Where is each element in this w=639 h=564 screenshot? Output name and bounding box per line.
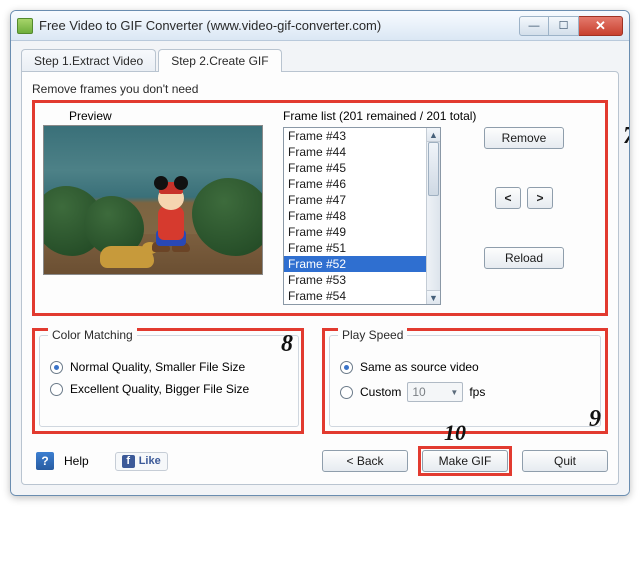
annotation-box-10: Make GIF <box>418 446 512 476</box>
radio-icon <box>50 361 63 374</box>
quit-button[interactable]: Quit <box>522 450 608 472</box>
tab-step1[interactable]: Step 1.Extract Video <box>21 49 156 72</box>
radio-excellent-quality[interactable]: Excellent Quality, Bigger File Size <box>50 382 288 396</box>
framelist-column: Frame list (201 remained / 201 total) Fr… <box>283 109 597 305</box>
frame-list-item[interactable]: Frame #53 <box>284 272 426 288</box>
annotation-9: 9 <box>589 406 601 433</box>
annotation-box-7: Preview <box>32 100 608 316</box>
remove-frames-title: Remove frames you don't need <box>32 82 608 96</box>
prev-frame-button[interactable]: < <box>495 187 521 209</box>
minimize-button[interactable]: — <box>519 16 549 36</box>
frame-list-item[interactable]: Frame #48 <box>284 208 426 224</box>
remove-button[interactable]: Remove <box>484 127 564 149</box>
reload-button[interactable]: Reload <box>484 247 564 269</box>
close-button[interactable]: ✕ <box>579 16 623 36</box>
frame-list-item[interactable]: Frame #43 <box>284 128 426 144</box>
radio-normal-label: Normal Quality, Smaller File Size <box>70 360 245 374</box>
make-gif-button[interactable]: Make GIF <box>422 450 508 472</box>
frame-list-item[interactable]: Frame #46 <box>284 176 426 192</box>
help-icon[interactable]: ? <box>36 452 54 470</box>
preview-image <box>43 125 263 275</box>
bottom-bar: ? Help f Like < Back 10 Make GIF Quit <box>32 434 608 476</box>
play-speed-legend: Play Speed <box>338 328 407 342</box>
radio-custom-label: Custom <box>360 385 401 399</box>
preview-column: Preview <box>43 109 273 305</box>
radio-same-label: Same as source video <box>360 360 479 374</box>
annotation-10: 10 <box>444 420 466 446</box>
radio-icon <box>340 386 353 399</box>
tab-step2[interactable]: Step 2.Create GIF <box>158 49 281 72</box>
radio-normal-quality[interactable]: Normal Quality, Smaller File Size <box>50 360 288 374</box>
radio-same-speed[interactable]: Same as source video <box>340 360 590 374</box>
annotation-7: 7 <box>623 123 630 150</box>
frame-list-item[interactable]: Frame #49 <box>284 224 426 240</box>
back-button[interactable]: < Back <box>322 450 408 472</box>
client-area: Step 1.Extract Video Step 2.Create GIF R… <box>11 41 629 495</box>
fps-combo[interactable]: 10 ▼ <box>407 382 463 402</box>
color-matching-legend: Color Matching <box>48 328 137 342</box>
tab-strip: Step 1.Extract Video Step 2.Create GIF <box>21 49 619 72</box>
frame-list-item[interactable]: Frame #51 <box>284 240 426 256</box>
frame-list-item[interactable]: Frame #47 <box>284 192 426 208</box>
scroll-down-icon[interactable]: ▼ <box>427 290 440 304</box>
scroll-up-icon[interactable]: ▲ <box>427 128 440 142</box>
frame-list-item[interactable]: Frame #52 <box>284 256 426 272</box>
preview-label: Preview <box>69 109 273 123</box>
fps-value: 10 <box>412 385 425 399</box>
frame-list-item[interactable]: Frame #54 <box>284 288 426 304</box>
scroll-thumb[interactable] <box>428 142 439 196</box>
tab-body: Remove frames you don't need Preview <box>21 71 619 485</box>
radio-excellent-label: Excellent Quality, Bigger File Size <box>70 382 249 396</box>
window-title: Free Video to GIF Converter (www.video-g… <box>39 18 381 33</box>
radio-icon <box>50 383 63 396</box>
scrollbar[interactable]: ▲ ▼ <box>426 128 440 304</box>
annotation-8: 8 <box>281 331 293 358</box>
next-frame-button[interactable]: > <box>527 187 553 209</box>
frame-listbox[interactable]: Frame #43Frame #44Frame #45Frame #46Fram… <box>283 127 441 305</box>
color-matching-group: Color Matching Normal Quality, Smaller F… <box>39 335 299 427</box>
chevron-down-icon: ▼ <box>450 388 458 397</box>
help-link[interactable]: Help <box>64 454 89 468</box>
facebook-like-button[interactable]: f Like <box>115 452 168 471</box>
app-window: Free Video to GIF Converter (www.video-g… <box>10 10 630 496</box>
radio-custom-speed[interactable]: Custom 10 ▼ fps <box>340 382 590 402</box>
frame-list-item[interactable]: Frame #44 <box>284 144 426 160</box>
frame-list-item[interactable]: Frame #45 <box>284 160 426 176</box>
titlebar: Free Video to GIF Converter (www.video-g… <box>11 11 629 41</box>
framelist-label: Frame list (201 remained / 201 total) <box>283 109 597 123</box>
like-label: Like <box>139 455 161 467</box>
fps-unit: fps <box>469 385 485 399</box>
annotation-box-8: Color Matching Normal Quality, Smaller F… <box>32 328 304 434</box>
radio-icon <box>340 361 353 374</box>
play-speed-group: Play Speed Same as source video Custom 1… <box>329 335 601 427</box>
facebook-icon: f <box>122 455 135 468</box>
maximize-button[interactable]: ☐ <box>549 16 579 36</box>
app-icon <box>17 18 33 34</box>
annotation-box-9: Play Speed Same as source video Custom 1… <box>322 328 608 434</box>
